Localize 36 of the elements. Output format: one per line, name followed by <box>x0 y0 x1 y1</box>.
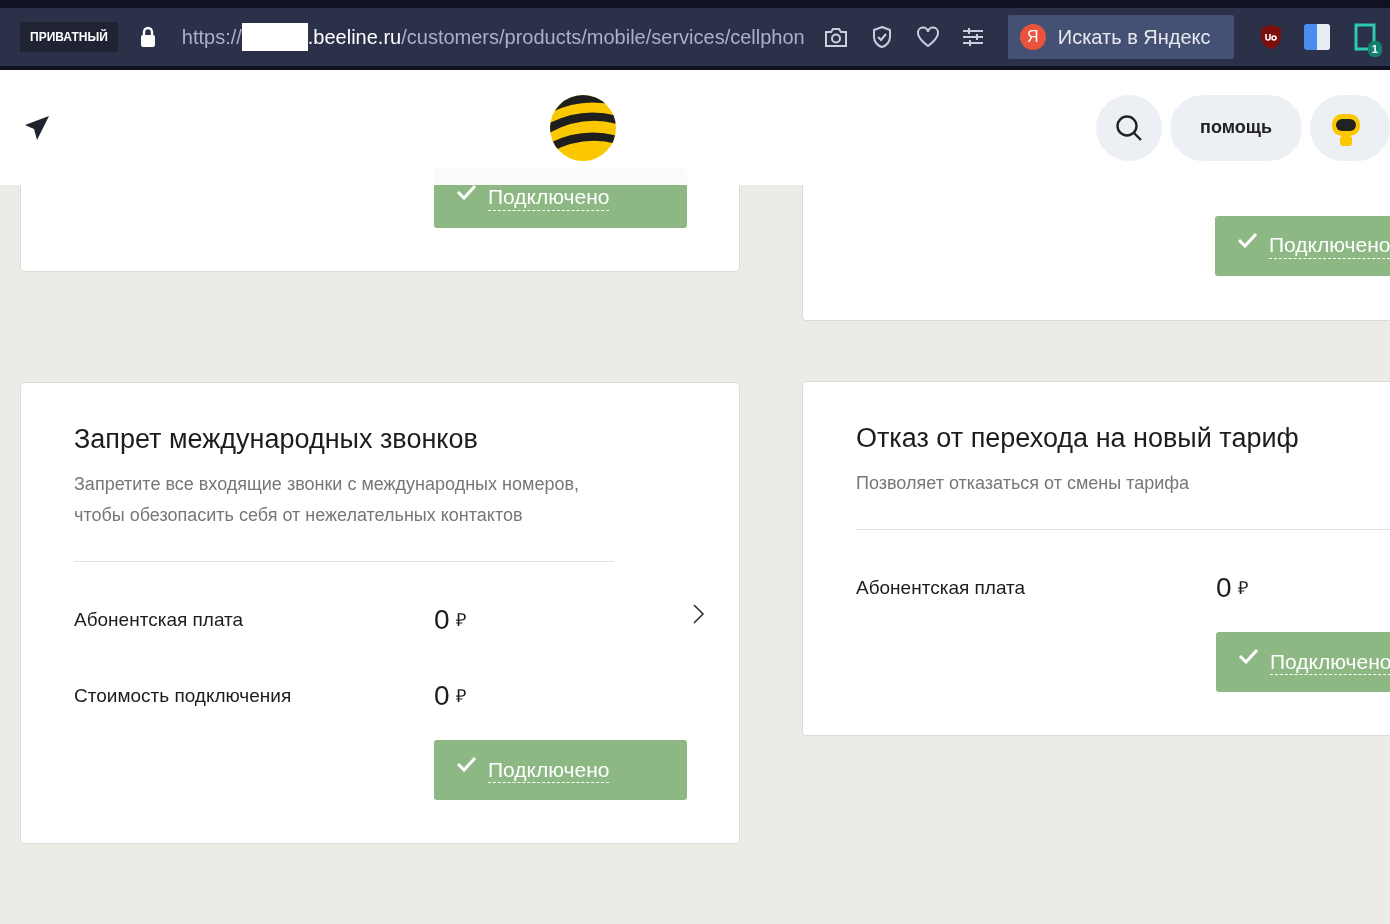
shield-icon[interactable] <box>871 26 892 48</box>
shield-icon[interactable] <box>1259 24 1282 50</box>
camera-icon[interactable] <box>823 26 848 48</box>
currency-sign: ₽ <box>455 608 466 632</box>
checkmark-icon <box>456 756 476 773</box>
help-button[interactable]: помощь <box>1170 94 1302 161</box>
price-amount: 0 <box>434 679 450 714</box>
price-amount: 0 <box>434 603 450 638</box>
search-button[interactable]: Я Искать в Яндекс <box>1007 15 1234 59</box>
search-icon <box>1115 113 1144 142</box>
striped-ball-logo[interactable] <box>549 93 617 162</box>
address-bar[interactable]: https:// .beeline.ru/customers/products/mobile/services/cellphon <box>181 22 808 52</box>
connected-button[interactable]: Подключено <box>1216 632 1390 693</box>
card-title: Запрет международных звонков <box>74 423 479 456</box>
currency-sign: ₽ <box>455 684 466 708</box>
fee-label: Абонентская плата <box>74 608 245 633</box>
card-description: Позволяет отказаться от смены тарифа <box>856 468 1390 531</box>
redaction-block <box>241 23 308 51</box>
assistant-avatar-button[interactable] <box>1310 94 1390 161</box>
currency-sign: ₽ <box>1237 576 1248 600</box>
heart-icon[interactable] <box>915 26 940 48</box>
card-description: Запретите все входящие звонки с международных номеров, чтобы обезопасить себя от нежелательных контактов <box>74 469 614 563</box>
connected-button[interactable]: Подключено <box>1215 216 1390 276</box>
sliders-icon[interactable] <box>961 27 984 47</box>
private-mode-badge: ПРИВАТНЫЙ <box>20 22 118 52</box>
send-icon[interactable] <box>24 114 50 141</box>
card-title: Отказ от перехода на новый тариф <box>856 422 1300 455</box>
connected-button[interactable]: Подключено <box>434 740 687 801</box>
fee-label: Абонентская плата <box>856 576 1027 601</box>
checkmark-icon <box>1238 648 1258 665</box>
notification-badge: 1 <box>1367 40 1382 57</box>
price-amount: 0 <box>1216 571 1232 606</box>
fee-label: Стоимость подключения <box>74 684 293 709</box>
lock-icon <box>139 26 156 48</box>
chevron-right-icon[interactable] <box>692 603 706 626</box>
checkmark-icon <box>1237 232 1257 248</box>
